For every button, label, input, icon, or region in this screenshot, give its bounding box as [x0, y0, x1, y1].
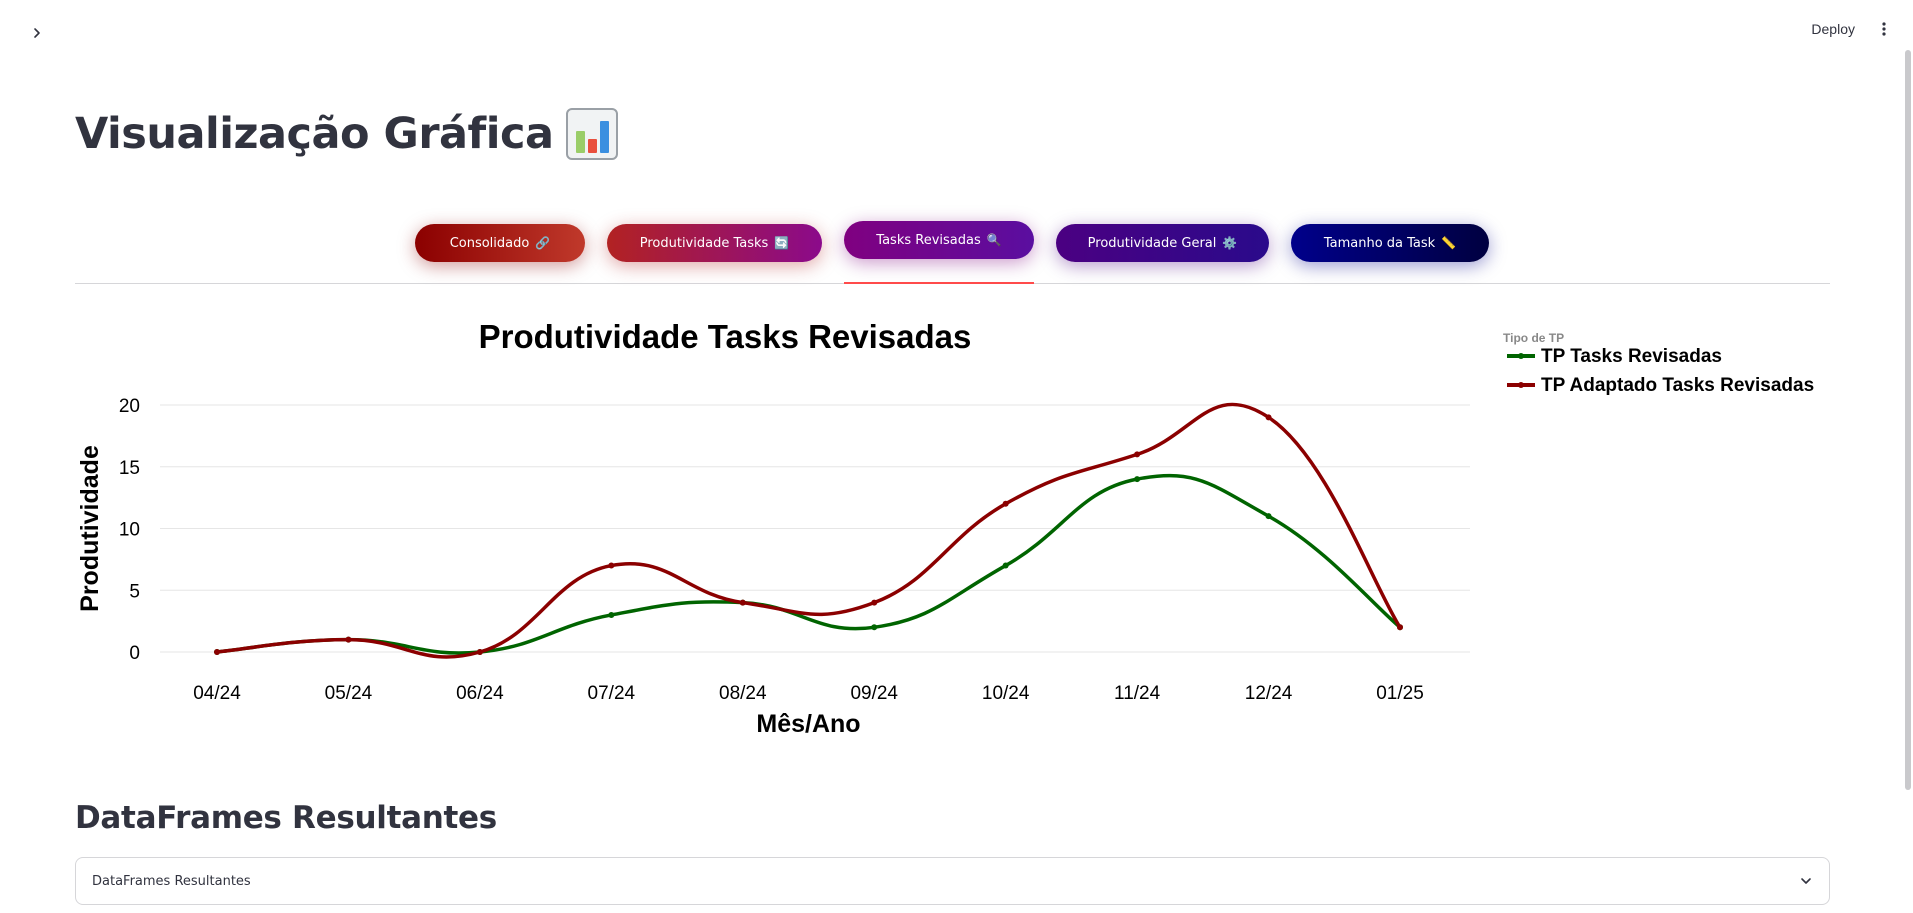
expander-label: DataFrames Resultantes [92, 873, 251, 889]
section-title: DataFrames Resultantes [75, 800, 497, 836]
tab-produtividade-geral[interactable]: Produtividade Geral ⚙️ [1056, 224, 1269, 262]
data-point [1134, 476, 1141, 483]
data-point [1002, 562, 1009, 569]
data-point [1265, 414, 1272, 421]
gear-icon: ⚙️ [1222, 236, 1238, 250]
y-axis-label: Produtividade [76, 445, 104, 612]
x-tick-label: 09/24 [850, 683, 898, 704]
page-title: Visualização Gráfica [75, 108, 618, 160]
data-point [871, 599, 878, 606]
data-point [345, 636, 352, 643]
ruler-icon: 📏 [1441, 236, 1457, 250]
main-menu-button[interactable] [1877, 18, 1891, 40]
legend-swatch-marker [1518, 382, 1524, 388]
tab-label: Consolidado [449, 235, 530, 251]
y-tick-label: 15 [119, 458, 140, 479]
x-tick-label: 01/25 [1376, 683, 1424, 704]
bar-chart-icon [565, 108, 618, 160]
tab-consolidado[interactable]: Consolidado 🔗 [415, 224, 585, 262]
x-tick-label: 12/24 [1245, 683, 1293, 704]
tab-label: Tamanho da Task [1323, 235, 1436, 251]
vertical-dots-icon [1882, 22, 1886, 36]
tab-label: Produtividade Tasks [639, 235, 769, 251]
chevron-down-icon [1801, 878, 1811, 884]
legend-entry: TP Tasks Revisadas [1541, 346, 1722, 367]
y-tick-label: 5 [129, 581, 140, 602]
page-scrollbar[interactable] [1905, 50, 1911, 790]
x-tick-label: 04/24 [193, 683, 241, 704]
x-tick-label: 08/24 [719, 683, 767, 704]
data-point [1265, 513, 1272, 520]
active-tab-underline [844, 282, 1034, 284]
tab-tasks-revisadas[interactable]: Tasks Revisadas 🔍 [844, 221, 1034, 259]
x-axis-label: Mês/Ano [756, 710, 860, 738]
data-point [214, 649, 220, 655]
x-tick-label: 07/24 [588, 683, 636, 704]
data-point [608, 611, 615, 618]
line-chart: Produtividade Tasks Revisadas 0 5 10 15 20 Pro… [76, 318, 1814, 738]
tab-tamanho-da-task[interactable]: Tamanho da Task 📏 [1291, 224, 1489, 262]
page-title-text: Visualização Gráfica [75, 109, 554, 159]
x-tick-label: 11/24 [1114, 683, 1161, 704]
tab-label: Produtividade Geral [1087, 235, 1217, 251]
x-tick-label: 06/24 [456, 683, 504, 704]
data-point [739, 599, 746, 606]
magnifier-icon: 🔍 [986, 233, 1002, 247]
data-point [1002, 500, 1009, 507]
chart-title: Produtividade Tasks Revisadas [479, 318, 972, 355]
y-tick-label: 20 [119, 396, 140, 417]
tab-bar: Consolidado 🔗 Produtividade Tasks 🔄 Tasks Re… [75, 218, 1830, 284]
y-tick-label: 0 [129, 643, 140, 664]
toolbar: Deploy [1811, 18, 1891, 40]
chart-container: Produtividade Tasks Revisadas 0 5 10 15 20 Pro… [75, 300, 1855, 745]
legend-title: Tipo de TP [1503, 331, 1564, 345]
x-tick-label: 05/24 [325, 683, 373, 704]
link-icon: 🔗 [535, 236, 551, 250]
x-tick-label: 10/24 [982, 683, 1030, 704]
tab-label: Tasks Revisadas [876, 232, 981, 248]
data-point [476, 649, 483, 655]
data-point [1134, 451, 1141, 458]
legend-entry: TP Adaptado Tasks Revisadas [1541, 375, 1814, 396]
data-point [871, 624, 878, 631]
chevron-right-icon [34, 28, 40, 38]
tab-produtividade-tasks[interactable]: Produtividade Tasks 🔄 [607, 224, 822, 262]
data-point [608, 562, 615, 569]
legend-swatch-marker [1518, 353, 1524, 359]
series-line-1 [215, 473, 1402, 655]
y-tick-label: 10 [119, 520, 140, 541]
sidebar-toggle-button[interactable] [26, 22, 48, 44]
refresh-icon: 🔄 [774, 236, 790, 250]
data-point [1397, 624, 1403, 631]
dataframes-expander[interactable]: DataFrames Resultantes [75, 857, 1830, 905]
deploy-button[interactable]: Deploy [1811, 21, 1855, 37]
